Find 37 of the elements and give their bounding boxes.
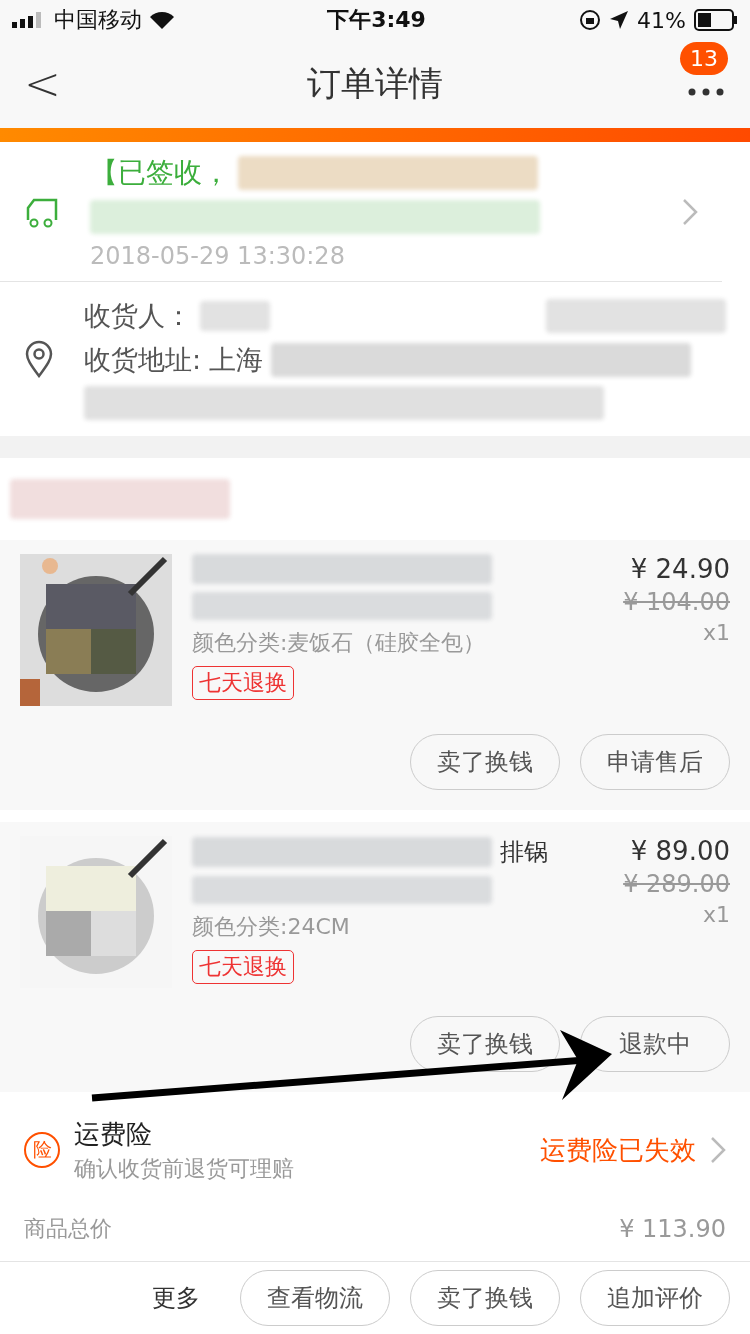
battery-percent: 41% [637, 7, 686, 33]
more-link[interactable]: 更多 [152, 1282, 200, 1314]
rotation-lock-icon [579, 9, 602, 31]
clock-time: 下午3:49 [327, 6, 426, 34]
total-label: 商品总价 [24, 1214, 112, 1243]
return-policy-tag: 七天退换 [192, 950, 294, 984]
quantity-text: x1 [702, 620, 730, 645]
logistics-status: 【已签收， [90, 154, 230, 191]
original-price: ¥ 104.00 [623, 588, 730, 616]
product-price: ¥ 24.90 [630, 554, 730, 584]
receiver-label: 收货人： [84, 299, 192, 333]
carrier-name: 中国移动 [54, 6, 142, 34]
redaction-blur [200, 301, 270, 331]
battery-icon [694, 9, 738, 31]
back-button[interactable]: < [24, 58, 61, 109]
logistics-time: 2018-05-29 13:30:28 [90, 241, 346, 270]
address-label: 收货地址: [84, 343, 202, 377]
location-pin-icon [24, 340, 54, 378]
insurance-subtitle: 确认收货前退货可理赔 [74, 1154, 295, 1183]
chevron-right-icon [710, 1136, 726, 1164]
original-price: ¥ 289.00 [623, 870, 730, 898]
sku-text: 颜色分类:24CM [192, 913, 351, 941]
more-icon[interactable] [688, 88, 724, 96]
address-value: 上海 [209, 343, 264, 377]
page-title: 订单详情 [307, 62, 443, 105]
sku-text: 颜色分类:麦饭石（硅胶全包） [192, 629, 487, 657]
wifi-icon [150, 11, 174, 29]
notification-badge: 13 [680, 42, 728, 75]
insurance-title: 运费险 [74, 1117, 153, 1151]
insurance-icon: 险 [24, 1132, 60, 1168]
quantity-text: x1 [702, 902, 730, 927]
location-arrow-icon [609, 10, 630, 30]
return-policy-tag: 七天退换 [192, 666, 294, 700]
total-value: ¥ 113.90 [619, 1214, 726, 1243]
product-title: 排锅 [500, 837, 548, 868]
product-price: ¥ 89.00 [630, 836, 730, 866]
chevron-right-icon [682, 197, 698, 226]
